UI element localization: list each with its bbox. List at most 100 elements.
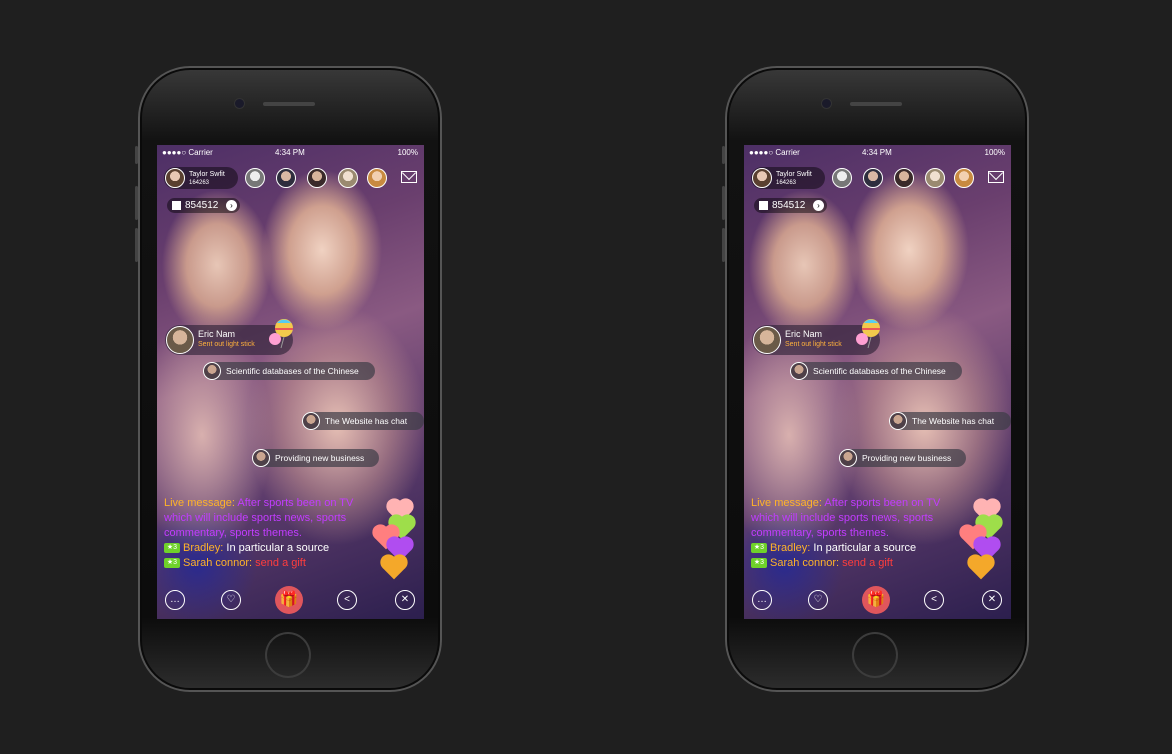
gift-description: Sent out light stick bbox=[785, 341, 842, 348]
heart-icon bbox=[969, 556, 993, 580]
chat-message: In particular a source bbox=[810, 542, 917, 554]
viewer-avatar[interactable] bbox=[367, 168, 387, 188]
comment-icon[interactable]: … bbox=[752, 590, 772, 610]
balloon-icon bbox=[269, 319, 293, 349]
chat-username: Sarah connor: bbox=[183, 557, 253, 569]
earpiece-speaker bbox=[263, 102, 315, 106]
chat-message: send a gift bbox=[252, 557, 306, 569]
carrier-label: ●●●●○ Carrier bbox=[749, 148, 800, 157]
coin-icon bbox=[759, 201, 768, 210]
bubble-text: The Website has chat bbox=[912, 416, 995, 426]
bubble-text: Providing new business bbox=[862, 453, 952, 463]
share-icon[interactable]: < bbox=[924, 590, 944, 610]
host-name: Taylor Swfit bbox=[189, 171, 225, 178]
host-avatar bbox=[165, 168, 185, 188]
user-avatar bbox=[790, 362, 808, 380]
host-id: 164263 bbox=[189, 180, 210, 186]
floating-hearts bbox=[961, 490, 1001, 580]
sender-name: Eric Nam bbox=[785, 329, 823, 339]
carrier-label: ●●●●○ Carrier bbox=[162, 148, 213, 157]
bubble-text: Scientific databases of the Chinese bbox=[226, 366, 359, 376]
user-avatar bbox=[203, 362, 221, 380]
battery-level: 100% bbox=[984, 148, 1005, 157]
live-stream-screen: ●●●●○ Carrier 4:34 PM 100% Taylor Swfit … bbox=[157, 145, 424, 619]
comment-icon[interactable]: … bbox=[165, 590, 185, 610]
close-icon[interactable]: ✕ bbox=[395, 590, 415, 610]
heart-icon bbox=[382, 556, 406, 580]
chat-bubble: Providing new business bbox=[839, 449, 966, 467]
chat-username: Bradley: bbox=[770, 542, 811, 554]
chat-bubble: Scientific databases of the Chinese bbox=[203, 362, 375, 380]
live-label: Live message: bbox=[164, 497, 235, 509]
viewer-avatar[interactable] bbox=[245, 168, 265, 188]
coin-balance[interactable]: 854512 › bbox=[167, 198, 240, 213]
user-avatar bbox=[889, 412, 907, 430]
close-icon[interactable]: ✕ bbox=[982, 590, 1002, 610]
chat-username: Bradley: bbox=[183, 542, 224, 554]
balloon-icon bbox=[856, 319, 880, 349]
chat-message: In particular a source bbox=[223, 542, 330, 554]
front-camera bbox=[822, 99, 831, 108]
viewer-avatar[interactable] bbox=[338, 168, 358, 188]
chevron-right-icon: › bbox=[226, 200, 237, 211]
earpiece-speaker bbox=[850, 102, 902, 106]
coin-value: 854512 bbox=[185, 200, 219, 211]
bubble-text: Providing new business bbox=[275, 453, 365, 463]
chat-bubble: Scientific databases of the Chinese bbox=[790, 362, 962, 380]
status-time: 4:34 PM bbox=[862, 148, 892, 157]
viewer-avatar[interactable] bbox=[276, 168, 296, 188]
battery-level: 100% bbox=[397, 148, 418, 157]
coin-balance[interactable]: 854512 › bbox=[754, 198, 827, 213]
live-chat: Live message: After sports been on TV wh… bbox=[164, 496, 374, 571]
user-avatar bbox=[252, 449, 270, 467]
status-time: 4:34 PM bbox=[275, 148, 305, 157]
bubble-text: The Website has chat bbox=[325, 416, 408, 426]
viewer-avatar[interactable] bbox=[307, 168, 327, 188]
coin-icon bbox=[172, 201, 181, 210]
mail-icon[interactable] bbox=[988, 171, 1004, 183]
host-info[interactable]: Taylor Swfit 164263 bbox=[751, 167, 825, 189]
phone-left: ●●●●○ Carrier 4:34 PM 100% Taylor Swfit … bbox=[135, 66, 442, 692]
mail-icon[interactable] bbox=[401, 171, 417, 183]
host-id: 164263 bbox=[776, 180, 797, 186]
chat-bubble: The Website has chat bbox=[889, 412, 1011, 430]
chat-message: send a gift bbox=[839, 557, 893, 569]
gift-button[interactable]: 🎁 bbox=[862, 586, 890, 614]
bubble-text: Scientific databases of the Chinese bbox=[813, 366, 946, 376]
chat-row: ★3 Bradley: In particular a source bbox=[164, 541, 374, 556]
chat-bubble: Providing new business bbox=[252, 449, 379, 467]
like-icon[interactable]: ♡ bbox=[221, 590, 241, 610]
chat-row: ★3 Bradley: In particular a source bbox=[751, 541, 961, 556]
sender-name: Eric Nam bbox=[198, 329, 236, 339]
level-badge: ★3 bbox=[751, 543, 767, 554]
coin-value: 854512 bbox=[772, 200, 806, 211]
gift-button[interactable]: 🎁 bbox=[275, 586, 303, 614]
live-label: Live message: bbox=[751, 497, 822, 509]
chevron-right-icon: › bbox=[813, 200, 824, 211]
level-badge: ★3 bbox=[751, 558, 767, 569]
front-camera bbox=[235, 99, 244, 108]
host-avatar bbox=[752, 168, 772, 188]
gift-description: Sent out light stick bbox=[198, 341, 255, 348]
sender-avatar bbox=[753, 326, 781, 354]
status-bar: ●●●●○ Carrier 4:34 PM 100% bbox=[744, 145, 1011, 159]
phone-right: ●●●●○ Carrier 4:34 PM 100% Taylor Swfit … bbox=[722, 66, 1029, 692]
share-icon[interactable]: < bbox=[337, 590, 357, 610]
host-info[interactable]: Taylor Swfit 164263 bbox=[164, 167, 238, 189]
level-badge: ★3 bbox=[164, 558, 180, 569]
viewer-avatar[interactable] bbox=[954, 168, 974, 188]
user-avatar bbox=[839, 449, 857, 467]
like-icon[interactable]: ♡ bbox=[808, 590, 828, 610]
live-stream-screen: ●●●●○ Carrier 4:34 PM 100% Taylor Swfit … bbox=[744, 145, 1011, 619]
chat-username: Sarah connor: bbox=[770, 557, 840, 569]
home-button[interactable] bbox=[852, 632, 898, 678]
sender-avatar bbox=[166, 326, 194, 354]
home-button[interactable] bbox=[265, 632, 311, 678]
chat-row: ★3 Sarah connor: send a gift bbox=[164, 556, 374, 571]
viewer-avatar[interactable] bbox=[832, 168, 852, 188]
viewer-avatar[interactable] bbox=[894, 168, 914, 188]
chat-row: ★3 Sarah connor: send a gift bbox=[751, 556, 961, 571]
viewer-avatar[interactable] bbox=[925, 168, 945, 188]
viewer-avatar[interactable] bbox=[863, 168, 883, 188]
status-bar: ●●●●○ Carrier 4:34 PM 100% bbox=[157, 145, 424, 159]
